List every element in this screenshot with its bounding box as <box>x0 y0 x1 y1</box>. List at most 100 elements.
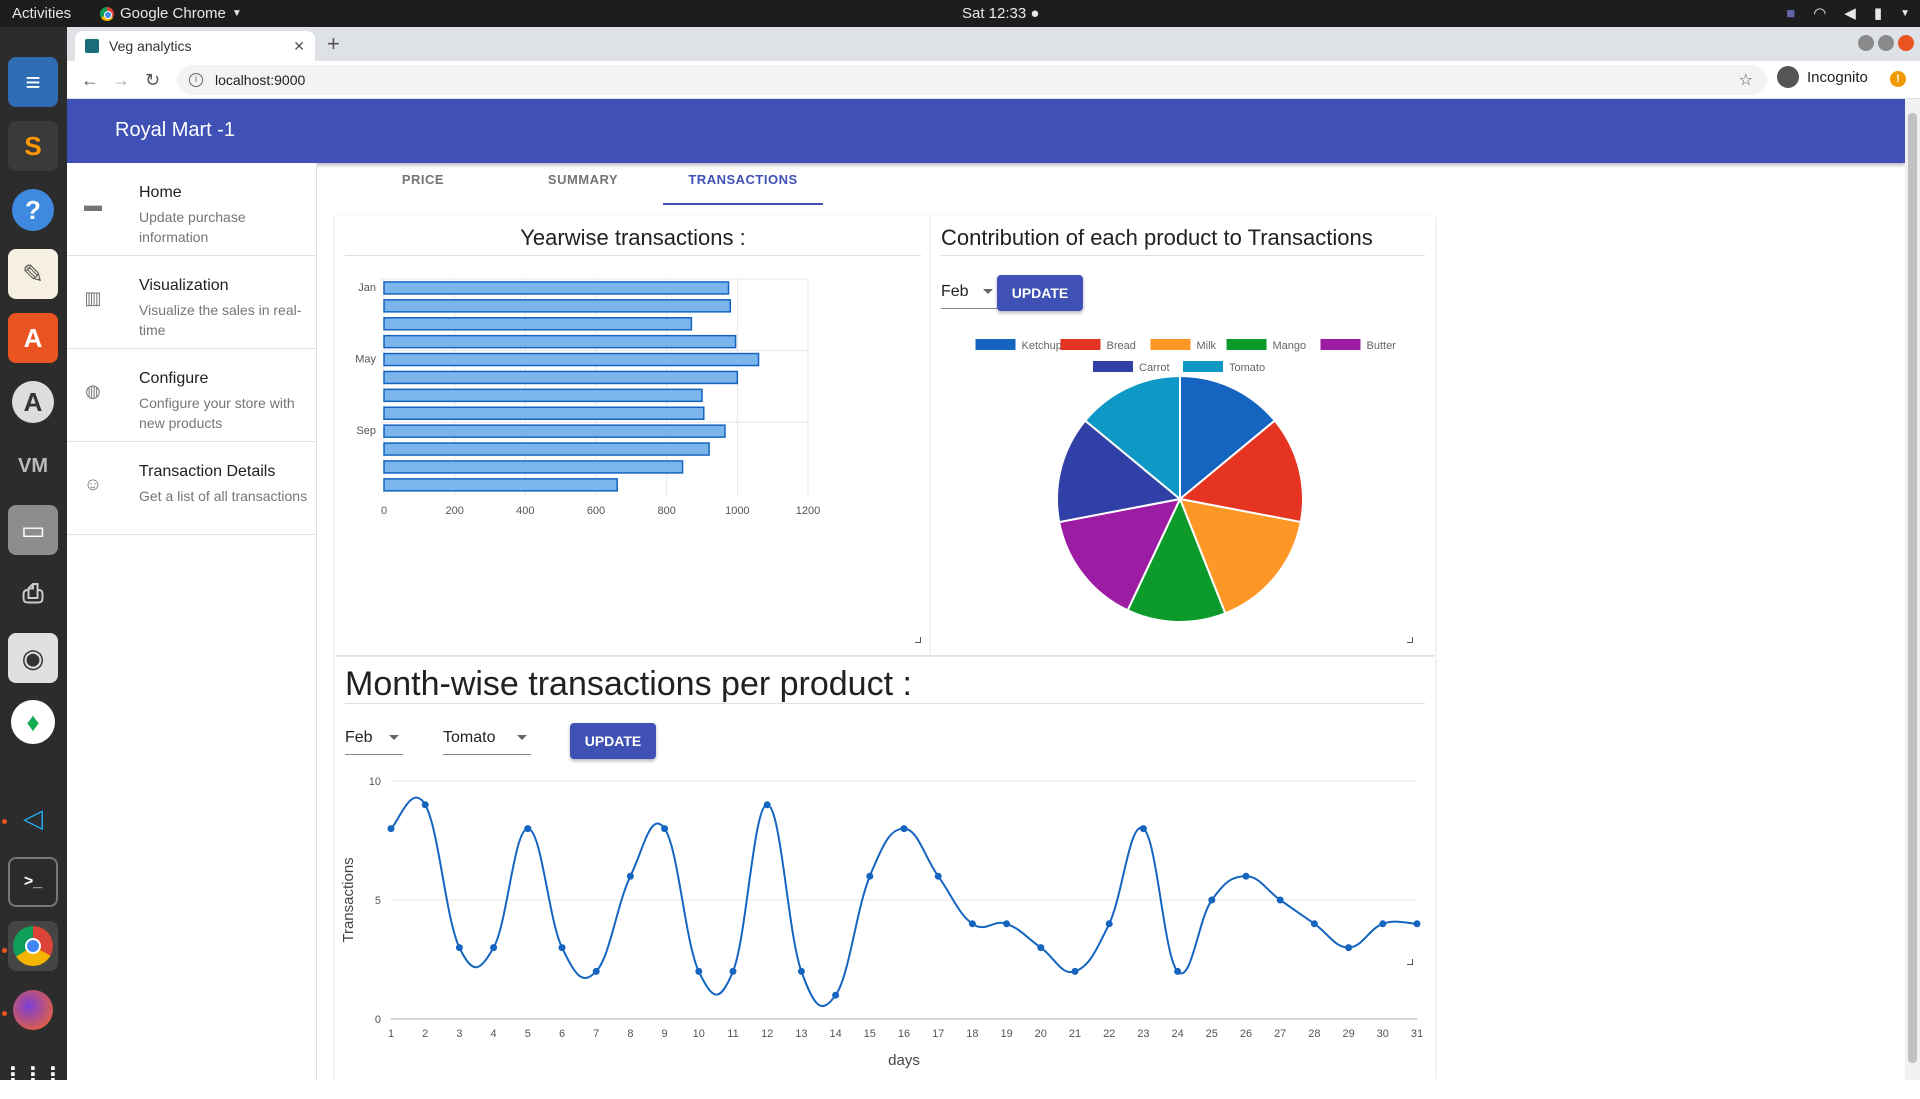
x-tick-label: 200 <box>445 505 463 517</box>
sidebar-item-home[interactable]: ▬ Home Update purchase information <box>67 163 317 256</box>
data-point <box>1413 920 1421 928</box>
resize-handle[interactable] <box>1407 959 1413 965</box>
x-tick-label: 25 <box>1206 1028 1218 1040</box>
tab-title: Veg analytics <box>109 38 192 54</box>
sidebar-item-title: Visualization <box>139 277 229 294</box>
data-point <box>1345 944 1353 952</box>
files-icon[interactable]: ▭ <box>8 505 58 555</box>
vscode-icon[interactable]: ◁ <box>8 793 58 843</box>
app-menu[interactable]: Google Chrome ▼ <box>100 5 242 22</box>
data-point <box>1242 872 1250 880</box>
x-tick-label: 12 <box>761 1028 773 1040</box>
chevron-down-icon: ▼ <box>231 8 242 19</box>
x-tick-label: 8 <box>627 1028 633 1040</box>
firefox-icon[interactable] <box>8 985 58 1035</box>
chat-icon: ▬ <box>84 195 102 215</box>
legend-swatch <box>1150 339 1191 350</box>
bar <box>383 299 732 313</box>
contribution-card: Contribution of each product to Transact… <box>931 215 1435 655</box>
legend-label: Tomato <box>1229 362 1265 374</box>
vm-icon[interactable]: VM <box>8 441 58 491</box>
info-icon[interactable]: i <box>189 73 203 87</box>
terminal-icon[interactable]: >_ <box>8 857 58 907</box>
updater-icon[interactable]: A <box>8 377 58 427</box>
data-point <box>968 920 976 928</box>
back-button[interactable]: ← <box>81 70 99 91</box>
incognito-indicator[interactable]: Incognito <box>1777 66 1868 88</box>
sublime-icon[interactable]: S <box>8 121 58 171</box>
sidebar-item-configure[interactable]: ◍ Configure Configure your store with ne… <box>67 349 317 442</box>
speaker-icon[interactable]: ◉ <box>8 633 58 683</box>
minimize-button[interactable] <box>1858 35 1874 51</box>
x-tick-label: 18 <box>966 1028 978 1040</box>
tab-transactions[interactable]: TRANSACTIONS <box>663 163 823 205</box>
x-axis-label: days <box>888 1052 920 1069</box>
help-icon[interactable]: ? <box>8 185 58 235</box>
y-tick-label: May <box>355 354 376 366</box>
mongodb-icon[interactable]: ♦ <box>8 697 58 747</box>
address-bar[interactable]: i localhost:9000 ☆ <box>177 65 1767 95</box>
contribution-pie-chart: Ketchup Bread Milk Mango Butter Carrot Tomato <box>975 339 1396 623</box>
data-point <box>729 967 737 975</box>
browser-tab[interactable]: Veg analytics ✕ <box>75 31 315 61</box>
globe-icon: ◍ <box>85 381 101 401</box>
clock-label: Sat 12:33 <box>962 5 1027 22</box>
y-tick-label: 10 <box>369 776 381 788</box>
maximize-button[interactable] <box>1878 35 1894 51</box>
monthwise-update-button[interactable]: UPDATE <box>570 723 656 759</box>
y-tick-label: 5 <box>375 895 381 907</box>
resize-handle[interactable] <box>1407 637 1413 643</box>
sidebar-item-transaction-details[interactable]: ☺ Transaction Details Get a list of all … <box>67 442 317 535</box>
legend-swatch <box>1183 361 1223 372</box>
page-scrollbar[interactable] <box>1905 99 1920 1080</box>
x-tick-label: 4 <box>491 1028 497 1040</box>
x-tick-label: 3 <box>456 1028 462 1040</box>
software-center-icon[interactable]: A <box>8 313 58 363</box>
new-tab-button[interactable]: + <box>327 31 340 57</box>
forward-button[interactable]: → <box>112 70 130 91</box>
system-top-bar: Activities Google Chrome ▼ Sat 12:33 ● ■… <box>0 0 1920 27</box>
data-point <box>1379 920 1387 928</box>
monthwise-month-select[interactable]: Feb <box>345 723 403 755</box>
sidebar-item-subtitle: Visualize the sales in real-time <box>139 302 302 338</box>
legend-swatch <box>1093 361 1133 372</box>
system-tray[interactable]: ■ ◠ ◀ ▮ ▼ <box>1786 4 1910 23</box>
sidebar-item-subtitle: Configure your store with new products <box>139 395 295 431</box>
reload-button[interactable]: ↻ <box>145 70 160 91</box>
chrome-icon <box>100 6 114 21</box>
sidebar-item-title: Transaction Details <box>139 463 276 480</box>
contribution-update-button[interactable]: UPDATE <box>997 275 1083 311</box>
contribution-month-select[interactable]: Feb <box>941 277 997 309</box>
select-value: Tomato <box>443 729 496 746</box>
writer-icon[interactable]: ≡ <box>8 57 58 107</box>
legend-label: Ketchup <box>1022 340 1062 352</box>
running-indicator <box>2 819 7 824</box>
alert-icon[interactable]: ! <box>1890 71 1906 87</box>
yearwise-card: Yearwise transactions : 0 200 400 600 800 100… <box>335 215 931 655</box>
x-tick-label: 0 <box>381 505 387 517</box>
bar <box>383 478 618 492</box>
data-point <box>524 825 532 833</box>
chrome-icon[interactable] <box>8 921 58 971</box>
legend-label: Carrot <box>1139 362 1170 374</box>
clock[interactable]: Sat 12:33 ● <box>962 5 1039 22</box>
monthwise-product-select[interactable]: Tomato <box>443 723 531 755</box>
resize-handle[interactable] <box>915 637 921 643</box>
close-icon[interactable]: ✕ <box>293 38 305 55</box>
close-window-button[interactable] <box>1898 35 1914 51</box>
activities-button[interactable]: Activities <box>12 5 71 22</box>
data-point <box>1139 825 1147 833</box>
monthwise-card: Month-wise transactions per product : Fe… <box>335 657 1435 1080</box>
sidebar-item-visualization[interactable]: ▥ Visualization Visualize the sales in r… <box>67 256 317 349</box>
scrollbar-thumb[interactable] <box>1908 113 1917 1063</box>
tab-summary[interactable]: SUMMARY <box>503 163 663 205</box>
printer-icon[interactable]: ⎙ <box>8 569 58 619</box>
data-point <box>558 944 566 952</box>
legend-label: Milk <box>1197 340 1217 352</box>
show-apps-icon[interactable]: ⋮⋮⋮ <box>3 1049 63 1099</box>
star-icon[interactable]: ☆ <box>1739 70 1753 90</box>
tab-price[interactable]: PRICE <box>343 163 503 205</box>
data-point <box>832 991 840 999</box>
text-editor-icon[interactable]: ✎ <box>8 249 58 299</box>
data-point <box>1105 920 1113 928</box>
